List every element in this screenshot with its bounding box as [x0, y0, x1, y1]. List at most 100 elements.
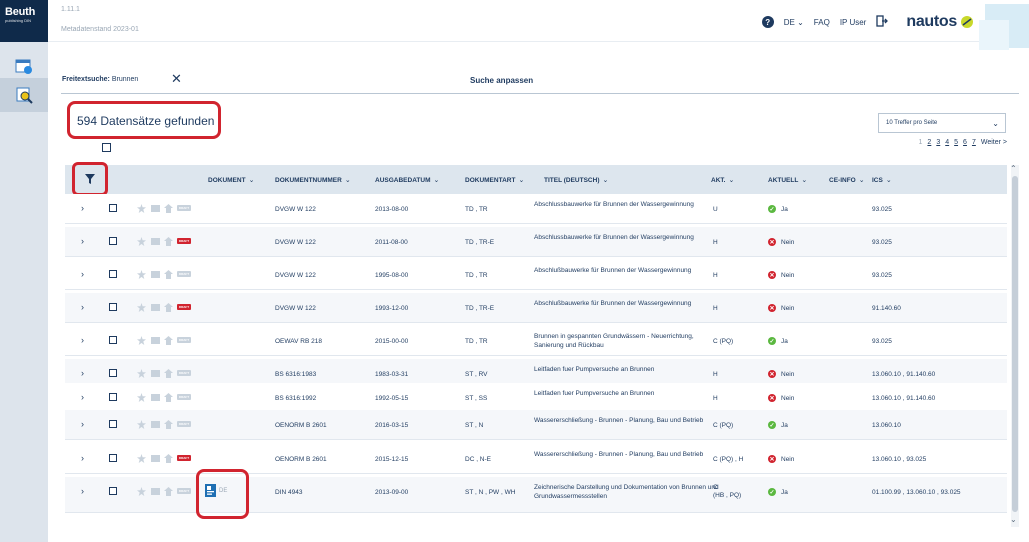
expand-chevron-icon[interactable]: › — [81, 453, 84, 463]
column-dokumentnummer[interactable]: DOKUMENTNUMMER ⌄ — [275, 176, 351, 184]
cell-nummer[interactable]: DVGW W 122 — [275, 272, 316, 279]
cell-titel[interactable]: Zeichnerische Darstellung und Dokumentat… — [534, 483, 719, 501]
scrollbar-thumb[interactable] — [1012, 176, 1018, 512]
document-language-link[interactable]: DE — [205, 484, 227, 497]
row-checkbox[interactable] — [109, 336, 117, 344]
cell-nummer[interactable]: DIN 4943 — [275, 489, 302, 496]
column-dokument[interactable]: DOKUMENT ⌄ — [208, 176, 254, 184]
row-checkbox[interactable] — [109, 270, 117, 278]
folder-icon[interactable] — [151, 303, 160, 313]
row-checkbox[interactable] — [109, 454, 117, 462]
table-row[interactable]: › DRAFT DVGW W 122 1993-12-00 TD , TR-E … — [65, 293, 1007, 323]
expand-chevron-icon[interactable]: › — [81, 419, 84, 429]
expand-chevron-icon[interactable]: › — [81, 392, 84, 402]
folder-icon[interactable] — [151, 487, 160, 497]
cell-titel[interactable]: Abschlußbauwerke für Brunnen der Wasserg… — [534, 266, 719, 275]
faq-link[interactable]: FAQ — [814, 18, 830, 27]
per-page-select[interactable]: 10 Treffer pro Seite ⌄ — [878, 113, 1006, 133]
home-icon[interactable] — [164, 204, 173, 215]
star-icon[interactable] — [137, 487, 146, 498]
folder-icon[interactable] — [151, 393, 160, 403]
home-icon[interactable] — [164, 420, 173, 431]
table-row[interactable]: › DRAFT OENORM B 2601 2016-03-15 ST , N … — [65, 410, 1007, 440]
cell-nummer[interactable]: OENORM B 2601 — [275, 422, 327, 429]
row-checkbox[interactable] — [109, 420, 117, 428]
column-titel[interactable]: TITEL (DEUTSCH) ⌄ — [544, 176, 608, 184]
folder-icon[interactable] — [151, 369, 160, 379]
column-akt[interactable]: AKT. ⌄ — [711, 176, 734, 184]
cell-nummer[interactable]: OENORM B 2601 — [275, 456, 327, 463]
expand-chevron-icon[interactable]: › — [81, 335, 84, 345]
cell-titel[interactable]: Wassererschließung - Brunnen - Planung, … — [534, 416, 719, 425]
beuth-logo[interactable]: Beuth publishing DIN — [0, 0, 48, 42]
cell-titel[interactable]: Wassererschließung - Brunnen - Planung, … — [534, 450, 719, 459]
select-all-checkbox[interactable] — [102, 143, 111, 152]
help-icon[interactable]: ? — [761, 16, 774, 28]
home-icon[interactable] — [164, 393, 173, 404]
row-checkbox[interactable] — [109, 487, 117, 495]
row-checkbox[interactable] — [109, 303, 117, 311]
star-icon[interactable] — [137, 204, 146, 215]
column-ics[interactable]: ICS ⌄ — [872, 176, 892, 184]
table-row[interactable]: › DRAFT DVGW W 122 1995-08-00 TD , TR Ab… — [65, 260, 1007, 290]
star-icon[interactable] — [137, 369, 146, 380]
cell-nummer[interactable]: BS 6316:1992 — [275, 395, 316, 402]
folder-icon[interactable] — [151, 204, 160, 214]
column-ausgabedatum[interactable]: AUSGABEDATUM ⌄ — [375, 176, 439, 184]
column-ceinfo[interactable]: CE-INFO ⌄ — [829, 176, 865, 184]
user-label[interactable]: IP User — [840, 18, 867, 27]
folder-icon[interactable] — [151, 420, 160, 430]
next-page-link[interactable]: Weiter > — [981, 139, 1007, 146]
star-icon[interactable] — [137, 336, 146, 347]
page-link[interactable]: 6 — [963, 139, 967, 146]
home-icon[interactable] — [164, 303, 173, 314]
row-checkbox[interactable] — [109, 369, 117, 377]
column-aktuell[interactable]: AKTUELL ⌄ — [768, 176, 807, 184]
folder-icon[interactable] — [151, 270, 160, 280]
cell-titel[interactable]: Abschlußbauwerke für Brunnen der Wasserg… — [534, 299, 719, 308]
expand-chevron-icon[interactable]: › — [81, 203, 84, 213]
column-dokumentart[interactable]: DOKUMENTART ⌄ — [465, 176, 524, 184]
star-icon[interactable] — [137, 454, 146, 465]
cell-nummer[interactable]: DVGW W 122 — [275, 206, 316, 213]
logout-icon[interactable] — [876, 15, 889, 29]
expand-chevron-icon[interactable]: › — [81, 236, 84, 246]
row-checkbox[interactable] — [109, 204, 117, 212]
cell-titel[interactable]: Abschlussbauwerke für Brunnen der Wasser… — [534, 233, 719, 242]
page-link[interactable]: 4 — [945, 139, 949, 146]
cell-nummer[interactable]: BS 6316:1983 — [275, 371, 316, 378]
table-row[interactable]: › DRAFT DVGW W 122 2013-08-00 TD , TR Ab… — [65, 194, 1007, 224]
scroll-down-icon[interactable]: ⌄ — [1010, 515, 1017, 524]
star-icon[interactable] — [137, 237, 146, 248]
star-icon[interactable] — [137, 393, 146, 404]
row-checkbox[interactable] — [109, 393, 117, 401]
page-link[interactable]: 2 — [927, 139, 931, 146]
home-icon[interactable] — [164, 369, 173, 380]
star-icon[interactable] — [137, 303, 146, 314]
page-link[interactable]: 7 — [972, 139, 976, 146]
row-checkbox[interactable] — [109, 237, 117, 245]
scroll-up-icon[interactable]: ⌃ — [1010, 164, 1017, 173]
home-icon[interactable] — [164, 454, 173, 465]
cell-nummer[interactable]: DVGW W 122 — [275, 305, 316, 312]
expand-chevron-icon[interactable]: › — [81, 302, 84, 312]
expand-chevron-icon[interactable]: › — [81, 269, 84, 279]
cell-nummer[interactable]: DVGW W 122 — [275, 239, 316, 246]
clear-search-close-icon[interactable]: ✕ — [171, 71, 182, 87]
rail-button-search[interactable] — [0, 78, 48, 112]
home-icon[interactable] — [164, 270, 173, 281]
cell-titel[interactable]: Brunnen in gespannten Grundwässern - Neu… — [534, 332, 719, 350]
cell-titel[interactable]: Leitfaden fuer Pumpversuche an Brunnen — [534, 365, 719, 374]
page-link[interactable]: 5 — [954, 139, 958, 146]
cell-nummer[interactable]: OEWAV RB 218 — [275, 338, 322, 345]
expand-chevron-icon[interactable]: › — [81, 486, 84, 496]
home-icon[interactable] — [164, 487, 173, 498]
home-icon[interactable] — [164, 336, 173, 347]
cell-titel[interactable]: Abschlussbauwerke für Brunnen der Wasser… — [534, 200, 719, 209]
table-row[interactable]: › DRAFT OEWAV RB 218 2015-00-00 TD , TR … — [65, 326, 1007, 356]
folder-icon[interactable] — [151, 336, 160, 346]
folder-icon[interactable] — [151, 454, 160, 464]
folder-icon[interactable] — [151, 237, 160, 247]
adjust-search-button[interactable]: Suche anpassen — [470, 76, 533, 85]
star-icon[interactable] — [137, 270, 146, 281]
